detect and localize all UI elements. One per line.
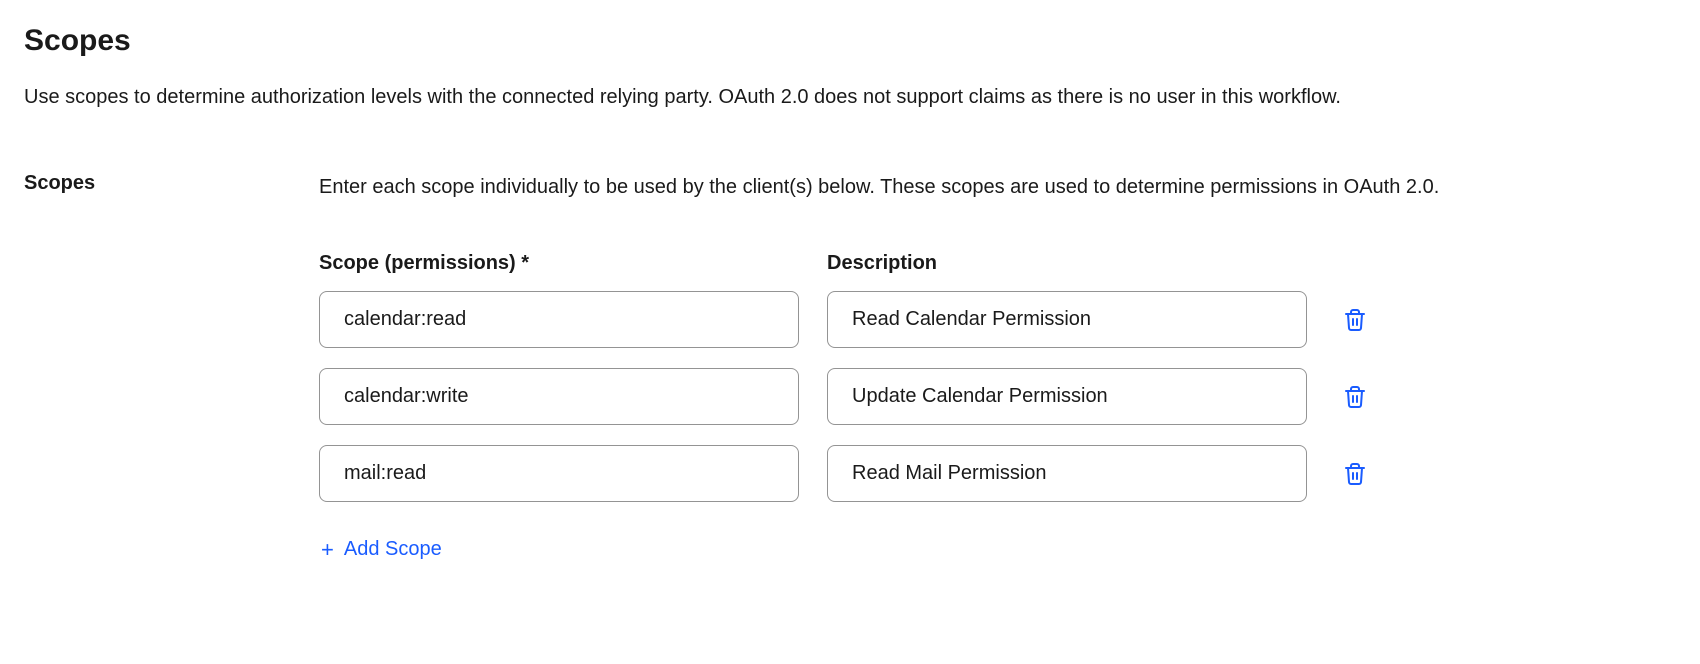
plus-icon: + (321, 539, 334, 561)
trash-icon (1343, 307, 1367, 333)
delete-scope-button[interactable] (1339, 457, 1371, 491)
delete-scope-button[interactable] (1339, 303, 1371, 337)
scope-column-label: Scope (permissions) * (319, 252, 799, 275)
add-scope-button[interactable]: + Add Scope (319, 532, 444, 567)
trash-icon (1343, 384, 1367, 410)
add-scope-label: Add Scope (344, 538, 442, 561)
section-description: Enter each scope individually to be used… (319, 172, 1676, 202)
section-left-label: Scopes (24, 172, 259, 567)
trash-icon (1343, 461, 1367, 487)
scopes-section: Scopes Enter each scope individually to … (24, 172, 1676, 567)
scope-row (319, 445, 1676, 502)
scope-description-input[interactable] (827, 291, 1307, 348)
scope-input[interactable] (319, 368, 799, 425)
scope-input[interactable] (319, 445, 799, 502)
scope-description-input[interactable] (827, 445, 1307, 502)
description-column-label: Description (827, 252, 1307, 275)
columns-header: Scope (permissions) * Description (319, 252, 1676, 275)
section-right: Enter each scope individually to be used… (319, 172, 1676, 567)
scope-row (319, 291, 1676, 348)
scope-description-input[interactable] (827, 368, 1307, 425)
delete-scope-button[interactable] (1339, 380, 1371, 414)
scope-row (319, 368, 1676, 425)
scope-input[interactable] (319, 291, 799, 348)
page-title: Scopes (24, 24, 1676, 58)
page-subtitle: Use scopes to determine authorization le… (24, 82, 1676, 112)
